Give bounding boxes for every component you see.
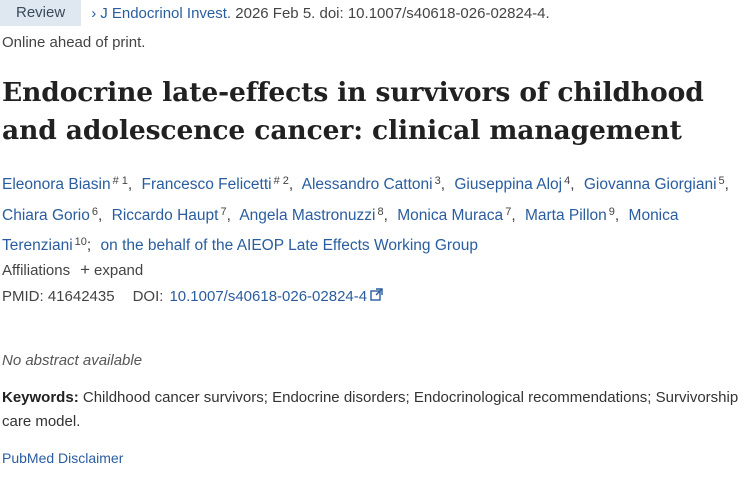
doi-label: DOI: bbox=[132, 288, 164, 305]
pmid-label: PMID: bbox=[2, 288, 44, 305]
author-link[interactable]: Francesco Felicetti bbox=[142, 176, 272, 193]
author-item: Giovanna Giorgiani 5, bbox=[583, 175, 729, 193]
doi-link[interactable]: 10.1007/s40618-026-02824-4 bbox=[169, 288, 367, 305]
keywords-label: Keywords: bbox=[2, 389, 79, 406]
article-title: Endocrine late-effects in survivors of c… bbox=[2, 77, 704, 146]
chevron-right-icon[interactable]: › bbox=[91, 5, 96, 22]
author-list: Eleonora Biasin # 1, Francesco Felicetti #… bbox=[2, 168, 748, 260]
journal-link[interactable]: J Endocrinol Invest. bbox=[100, 5, 231, 22]
identifiers-row: PMID: 41642435 DOI: 10.1007/s40618-026-0… bbox=[2, 288, 383, 305]
author-link[interactable]: Marta Pillon bbox=[525, 207, 607, 224]
keywords-section: Keywords: Childhood cancer survivors; En… bbox=[2, 386, 742, 434]
author-item: Giuseppina Aloj 4, bbox=[454, 175, 575, 193]
author-affiliation-ref[interactable]: 5 bbox=[719, 175, 725, 187]
pmid-value: 41642435 bbox=[47, 288, 115, 305]
author-affiliation-ref[interactable]: # 2 bbox=[274, 175, 289, 187]
author-affiliation-ref[interactable]: 7 bbox=[220, 206, 226, 218]
author-item: Alessandro Cattoni 3, bbox=[301, 175, 446, 193]
pubmed-disclaimer-link[interactable]: PubMed Disclaimer bbox=[2, 450, 123, 466]
collective-author-link[interactable]: on the behalf of the AIEOP Late Effects … bbox=[101, 237, 478, 254]
author-link[interactable]: Angela Mastronuzzi bbox=[239, 207, 375, 224]
citation-bar: Review › J Endocrinol Invest. 2026 Feb 5.… bbox=[0, 0, 550, 26]
author-item: Chiara Gorio 6, bbox=[2, 205, 103, 224]
author-item: Monica Muraca 7, bbox=[397, 205, 516, 224]
author-link[interactable]: Giuseppina Aloj bbox=[454, 176, 562, 193]
publication-status: Online ahead of print. bbox=[2, 34, 146, 51]
affiliations-label: Affiliations bbox=[2, 261, 71, 279]
author-item: Francesco Felicetti # 2, bbox=[141, 175, 294, 193]
article-type-badge: Review bbox=[0, 0, 82, 26]
author-affiliation-ref[interactable]: 8 bbox=[377, 206, 383, 218]
author-affiliation-ref[interactable]: 3 bbox=[435, 175, 441, 187]
affiliations-row: Affiliations + expand bbox=[2, 260, 143, 280]
citation-details: 2026 Feb 5. doi: 10.1007/s40618-026-0282… bbox=[231, 4, 550, 22]
author-link[interactable]: Riccardo Haupt bbox=[112, 207, 219, 224]
author-link[interactable]: Alessandro Cattoni bbox=[302, 176, 433, 193]
abstract-status: No abstract available bbox=[2, 352, 143, 369]
author-affiliation-ref[interactable]: # 1 bbox=[113, 175, 128, 187]
author-affiliation-ref[interactable]: 10 bbox=[75, 236, 87, 248]
author-link[interactable]: Chiara Gorio bbox=[2, 207, 90, 224]
author-item: Riccardo Haupt 7, bbox=[111, 205, 231, 224]
plus-icon[interactable]: + bbox=[80, 260, 90, 280]
author-link[interactable]: Giovanna Giorgiani bbox=[584, 176, 717, 193]
author-link[interactable]: Eleonora Biasin bbox=[2, 176, 111, 193]
affiliations-expand-button[interactable]: expand bbox=[94, 262, 143, 279]
keywords-text: Childhood cancer survivors; Endocrine di… bbox=[2, 389, 739, 430]
author-item: Marta Pillon 9, bbox=[524, 205, 620, 224]
external-link-icon[interactable] bbox=[370, 288, 383, 305]
author-affiliation-ref[interactable]: 9 bbox=[609, 206, 615, 218]
citation-line: › J Endocrinol Invest. 2026 Feb 5. doi: 1… bbox=[91, 5, 550, 22]
author-item: Eleonora Biasin # 1, bbox=[2, 175, 133, 193]
author-link[interactable]: Monica Muraca bbox=[397, 207, 503, 224]
author-item: Angela Mastronuzzi 8, bbox=[239, 205, 388, 224]
